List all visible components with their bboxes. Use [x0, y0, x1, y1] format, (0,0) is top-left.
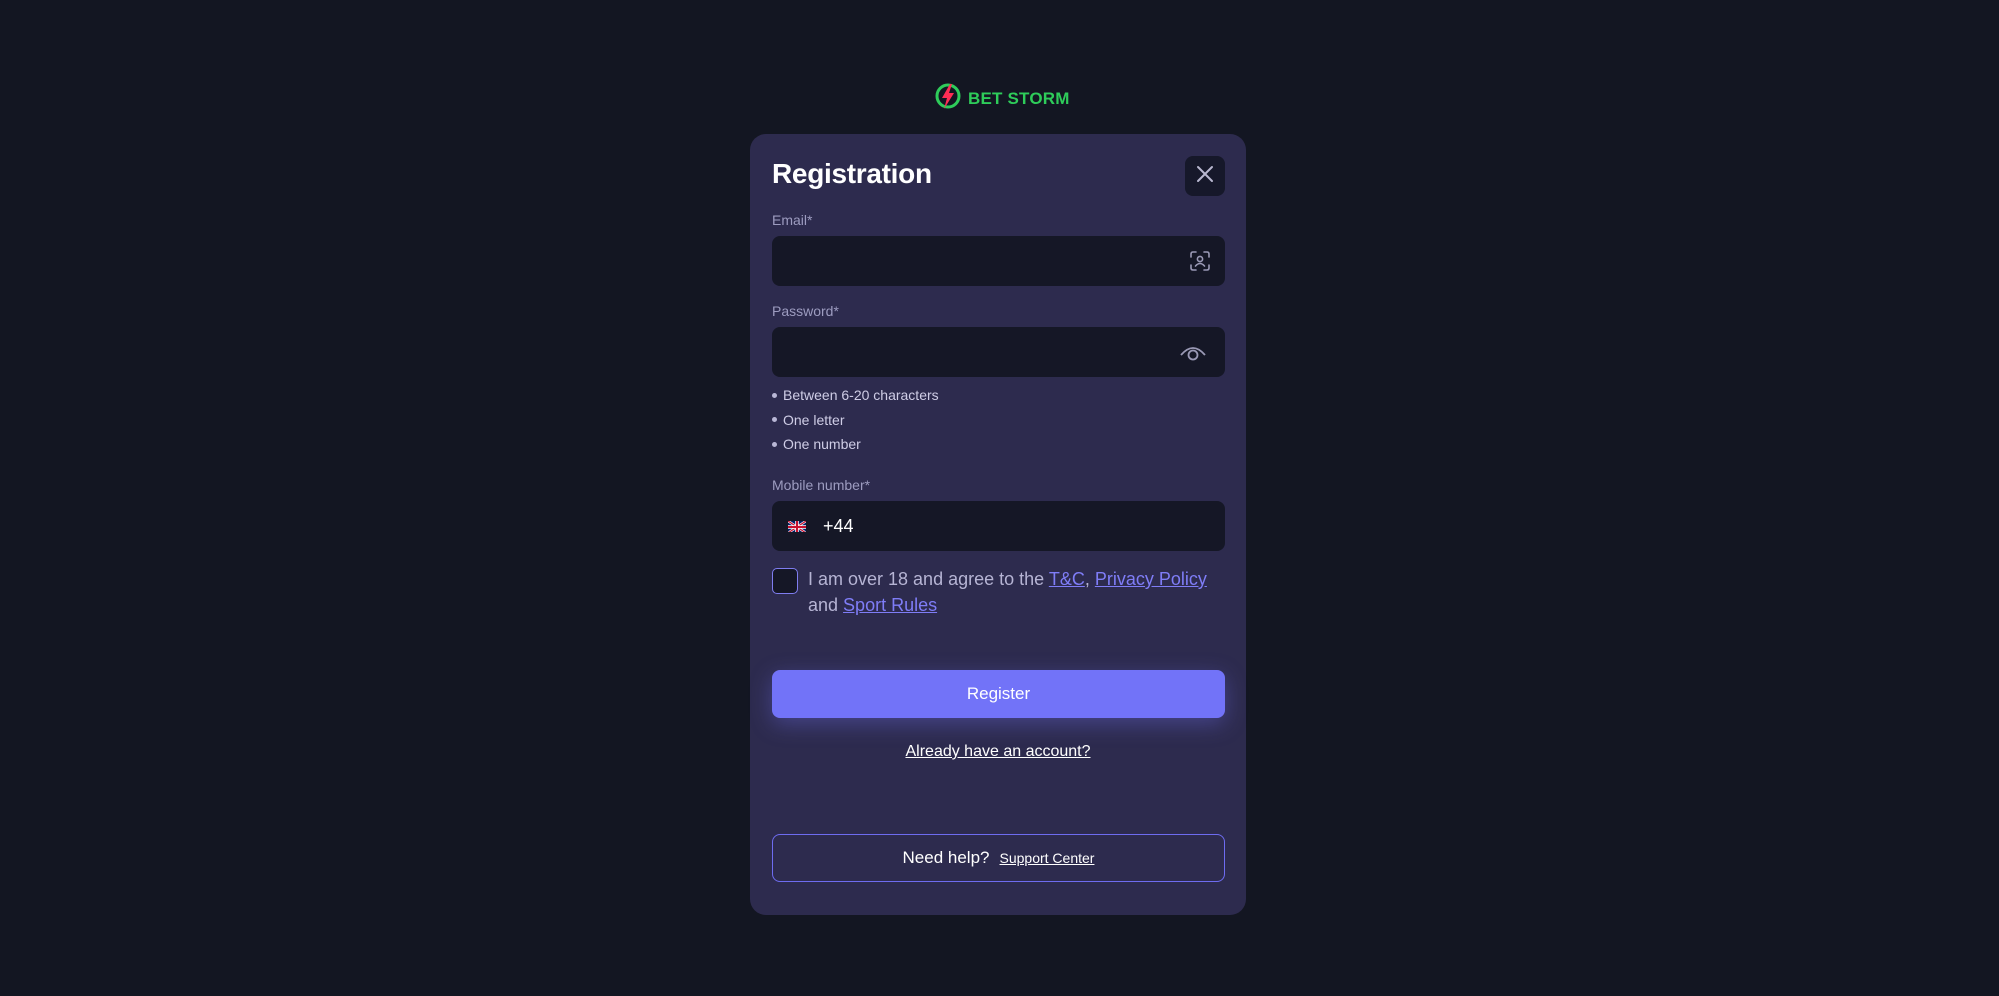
privacy-policy-link[interactable]: Privacy Policy — [1095, 569, 1207, 589]
support-center-link[interactable]: Support Center — [1000, 850, 1095, 866]
lightning-bolt-icon — [934, 82, 962, 115]
email-field[interactable] — [772, 236, 1225, 286]
registration-page: BET STORM Registration Email* Password* … — [0, 0, 1999, 996]
mobile-field[interactable]: +44 — [772, 501, 1225, 551]
dialog-title: Registration — [772, 158, 932, 189]
agreement-text: I am over 18 and agree to the T&C, Priva… — [808, 566, 1208, 618]
face-scan-icon[interactable] — [1185, 236, 1215, 286]
password-field-wrapper — [772, 327, 1225, 377]
close-button[interactable] — [1185, 156, 1225, 196]
agreement-separator: and — [808, 595, 844, 615]
password-rule: One number — [772, 432, 939, 457]
brand-logo[interactable]: BET STORM — [934, 82, 1070, 115]
help-text: Need help? — [902, 848, 990, 867]
email-field-wrapper — [772, 236, 1225, 286]
password-rules: Between 6-20 characters One letter One n… — [772, 383, 939, 457]
register-button[interactable]: Register — [772, 670, 1225, 718]
password-field[interactable] — [772, 327, 1225, 377]
close-icon — [1196, 165, 1214, 188]
uk-flag-icon — [788, 520, 806, 532]
password-rule: One letter — [772, 408, 939, 433]
mobile-label: Mobile number* — [772, 477, 871, 493]
password-label: Password* — [772, 303, 839, 319]
already-have-account-link[interactable]: Already have an account? — [750, 743, 1246, 761]
email-label: Email* — [772, 212, 813, 228]
brand-name: BET STORM — [968, 88, 1070, 108]
eye-icon[interactable] — [1176, 327, 1210, 377]
dial-code: +44 — [823, 516, 854, 536]
help-box: Need help? Support Center — [772, 834, 1225, 882]
agreement-prefix: I am over 18 and agree to the — [808, 569, 1049, 589]
sport-rules-link[interactable]: Sport Rules — [843, 595, 937, 615]
password-rule: Between 6-20 characters — [772, 383, 939, 408]
registration-dialog: Registration Email* Password* Between 6-… — [750, 134, 1246, 915]
age-agreement-checkbox[interactable] — [772, 568, 798, 594]
agreement-separator: , — [1084, 569, 1095, 589]
tc-link[interactable]: T&C — [1049, 569, 1085, 589]
